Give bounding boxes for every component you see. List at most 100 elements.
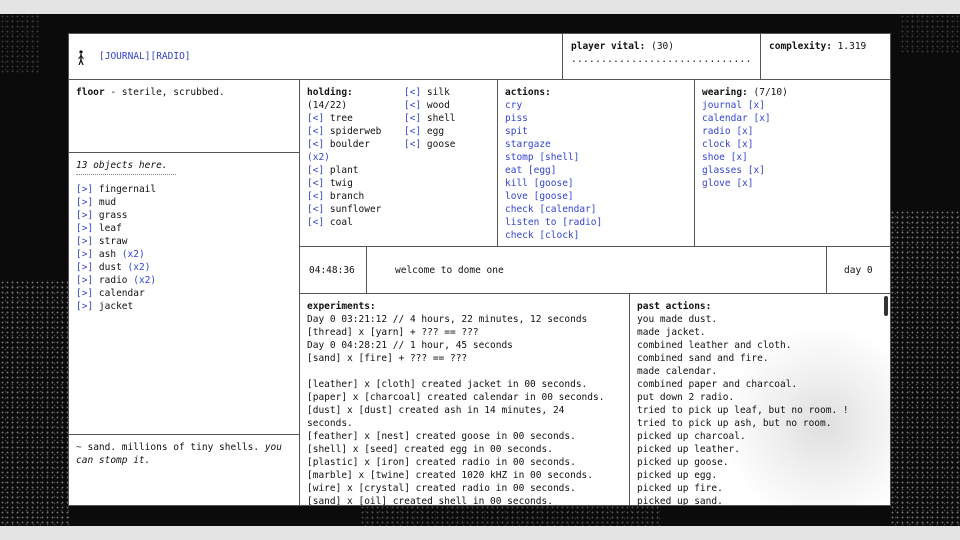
pickup-marker[interactable]: [>] xyxy=(76,275,93,286)
held-item-name: twig xyxy=(329,178,353,189)
object-item[interactable]: [>] ash (x2) xyxy=(76,248,292,261)
held-item-qty: (x2) xyxy=(307,152,330,163)
worn-item[interactable]: radio [x] xyxy=(702,125,883,138)
held-item[interactable]: [<] egg xyxy=(404,125,494,138)
experiment-line: [dust] x [dust] created ash in 14 minute… xyxy=(307,405,565,416)
action-7[interactable]: love [goose] xyxy=(505,190,687,203)
experiments-log: Day 0 03:21:12 // 4 hours, 22 minutes, 1… xyxy=(307,313,622,505)
experiment-line: [shell] x [seed] created egg in 00 secon… xyxy=(307,444,553,455)
experiment-line: [sand] x [fire] + ??? == ??? xyxy=(307,353,468,364)
worn-item[interactable]: glove [x] xyxy=(702,177,883,190)
object-item[interactable]: [>] mud xyxy=(76,196,292,209)
held-item[interactable]: [<] branch xyxy=(307,190,402,203)
action-3[interactable]: stargaze xyxy=(505,138,687,151)
held-item[interactable]: [<] tree xyxy=(307,112,402,125)
worn-item[interactable]: glasses [x] xyxy=(702,164,883,177)
past-action-line: picked up charcoal. xyxy=(637,431,746,442)
held-item[interactable]: [<] twig xyxy=(307,177,402,190)
desc-item: sand. xyxy=(87,442,117,453)
object-item[interactable]: [>] leaf xyxy=(76,222,292,235)
past-actions-scrollbar[interactable] xyxy=(884,296,888,316)
object-item[interactable]: [>] grass xyxy=(76,209,292,222)
pickup-marker[interactable]: [>] xyxy=(76,210,93,221)
pickup-marker[interactable]: [>] xyxy=(76,262,93,273)
drop-marker[interactable]: [<] xyxy=(307,113,324,124)
held-item-name: plant xyxy=(329,165,359,176)
drop-marker[interactable]: [<] xyxy=(307,191,324,202)
action-10[interactable]: check [clock] xyxy=(505,229,687,242)
pickup-marker[interactable]: [>] xyxy=(76,249,93,260)
holding-title: holding: xyxy=(307,87,353,98)
object-item[interactable]: [>] jacket xyxy=(76,300,292,313)
clock-panel: 04:48:36 xyxy=(299,246,367,294)
worn-item[interactable]: journal [x] xyxy=(702,99,883,112)
pickup-marker[interactable]: [>] xyxy=(76,288,93,299)
held-item[interactable]: [<] wood xyxy=(404,99,494,112)
held-item[interactable]: [<] spiderweb xyxy=(307,125,402,138)
drop-marker[interactable]: [<] xyxy=(404,126,421,137)
vital-label: player vital: xyxy=(571,41,646,52)
held-item[interactable]: [<] goose xyxy=(404,138,494,151)
object-qty: (x2) xyxy=(127,262,151,273)
pickup-marker[interactable]: [>] xyxy=(76,197,93,208)
top-bar: [JOURNAL][RADIO] xyxy=(68,33,563,80)
object-item[interactable]: [>] dust (x2) xyxy=(76,261,292,274)
object-item[interactable]: [>] calendar xyxy=(76,287,292,300)
drop-marker[interactable]: [<] xyxy=(307,139,324,150)
held-item-name: boulder xyxy=(329,139,370,150)
experiment-line: [feather] x [nest] created goose in 00 s… xyxy=(307,431,576,442)
actions-list: cry piss spit stargaze stomp [shell] eat [egg… xyxy=(505,99,687,242)
object-item[interactable]: [>] fingernail xyxy=(76,183,292,196)
drop-marker[interactable]: [<] xyxy=(307,217,324,228)
action-8[interactable]: check [calendar] xyxy=(505,203,687,216)
pickup-marker[interactable]: [>] xyxy=(76,223,93,234)
held-item[interactable]: [<] boulder xyxy=(307,138,402,151)
pickup-marker[interactable]: [>] xyxy=(76,184,93,195)
action-9[interactable]: listen to [radio] xyxy=(505,216,687,229)
drop-marker[interactable]: [<] xyxy=(404,113,421,124)
worn-item[interactable]: clock [x] xyxy=(702,138,883,151)
actions-panel: actions: cry piss spit stargaze stomp [shell… xyxy=(497,79,695,247)
location-name: floor xyxy=(76,87,105,98)
action-1[interactable]: piss xyxy=(505,112,687,125)
action-2[interactable]: spit xyxy=(505,125,687,138)
past-action-line: picked up leather. xyxy=(637,444,740,455)
experiment-line: [plastic] x [iron] created radio in 00 s… xyxy=(307,457,576,468)
held-item-name: egg xyxy=(426,126,445,137)
experiment-line: seconds. xyxy=(307,418,353,429)
pickup-marker[interactable]: [>] xyxy=(76,301,93,312)
experiment-line xyxy=(307,365,622,378)
drop-marker[interactable]: [<] xyxy=(307,165,324,176)
object-name: dust xyxy=(98,262,122,273)
pickup-marker[interactable]: [>] xyxy=(76,236,93,247)
worn-item[interactable]: shoe [x] xyxy=(702,151,883,164)
held-item[interactable]: [<] sunflower xyxy=(307,203,402,216)
journal-radio-menu[interactable]: [JOURNAL][RADIO] xyxy=(99,51,191,62)
object-name: jacket xyxy=(98,301,134,312)
desc-text: millions of tiny shells. xyxy=(116,442,260,453)
drop-marker[interactable]: [<] xyxy=(307,126,324,137)
held-item[interactable]: [<] plant xyxy=(307,164,402,177)
drop-marker[interactable]: [<] xyxy=(307,178,324,189)
past-action-line: combined paper and charcoal. xyxy=(637,379,798,390)
held-item-name: coal xyxy=(329,217,353,228)
held-item[interactable]: [<] shell xyxy=(404,112,494,125)
drop-marker[interactable]: [<] xyxy=(307,204,324,215)
past-action-line: put down 2 radio. xyxy=(637,392,735,403)
wearing-count: (7/10) xyxy=(753,87,788,98)
object-item[interactable]: [>] radio (x2) xyxy=(76,274,292,287)
drop-marker[interactable]: [<] xyxy=(404,100,421,111)
object-item[interactable]: [>] straw xyxy=(76,235,292,248)
action-4[interactable]: stomp [shell] xyxy=(505,151,687,164)
action-5[interactable]: eat [egg] xyxy=(505,164,687,177)
held-item[interactable]: [<] coal xyxy=(307,216,402,229)
drop-marker[interactable]: [<] xyxy=(404,87,421,98)
vital-meter: .............................. xyxy=(571,54,752,65)
worn-item[interactable]: calendar [x] xyxy=(702,112,883,125)
action-0[interactable]: cry xyxy=(505,99,687,112)
static-noise-bottom xyxy=(360,505,660,526)
drop-marker[interactable]: [<] xyxy=(404,139,421,150)
held-item[interactable]: [<] silk xyxy=(404,86,494,99)
action-6[interactable]: kill [goose] xyxy=(505,177,687,190)
wearing-list: journal [x] calendar [x] radio [x] clock [x… xyxy=(702,99,883,190)
